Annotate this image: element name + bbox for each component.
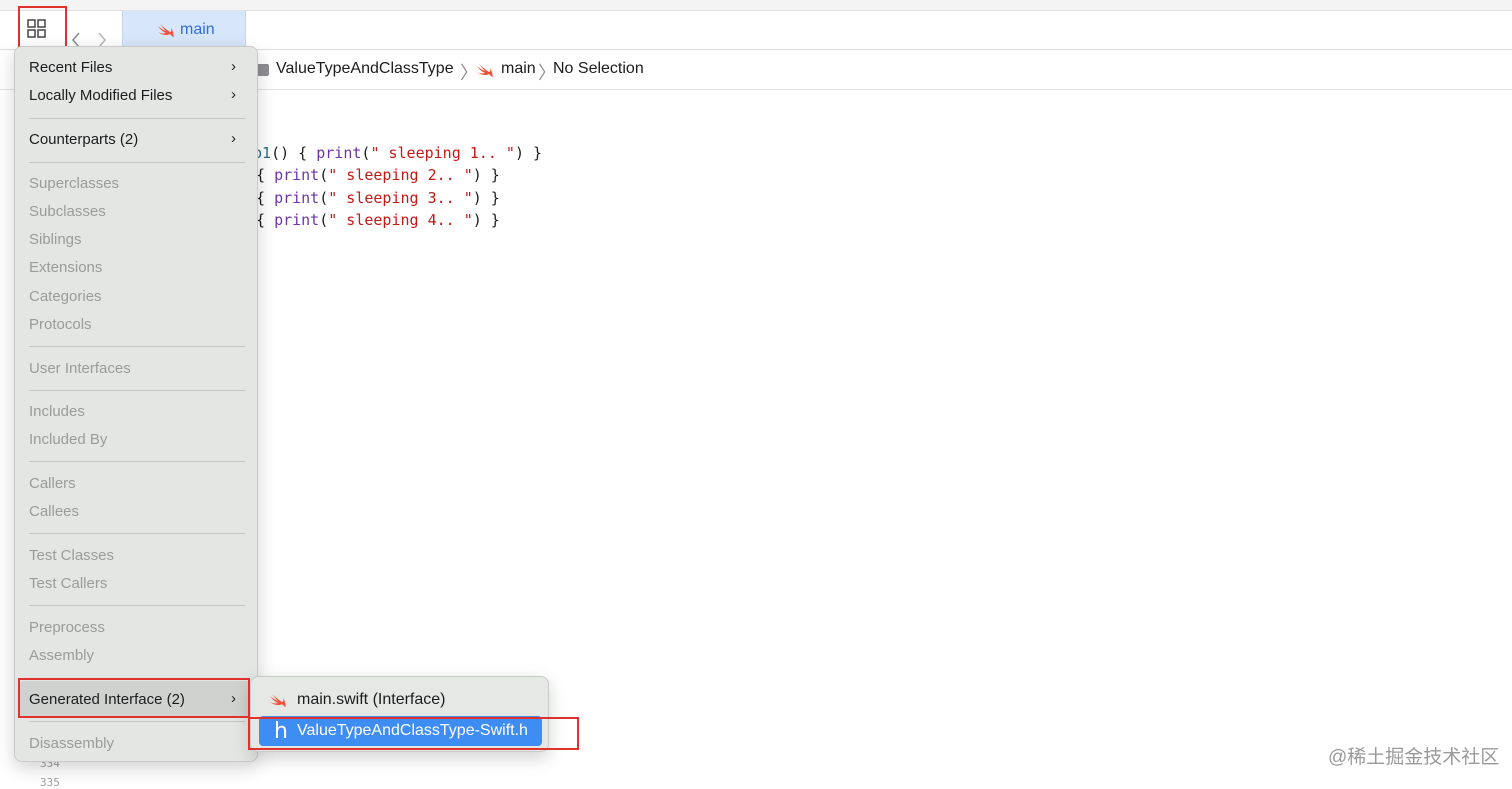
menu-item-test-classes: Test Classes bbox=[29, 547, 115, 564]
swift-icon bbox=[157, 23, 175, 44]
menu-item-superclasses: Superclasses bbox=[29, 175, 120, 192]
chevron-right-icon: › bbox=[231, 86, 236, 103]
menu-item-disassembly: Disassembly bbox=[29, 735, 115, 752]
menu-item-callers: Callers bbox=[29, 475, 76, 492]
swift-icon bbox=[476, 63, 494, 84]
menu-separator bbox=[29, 346, 245, 347]
menu-item-subclasses: Subclasses bbox=[29, 203, 106, 220]
window-top-strip bbox=[0, 0, 1512, 11]
annotation-box bbox=[18, 678, 250, 718]
menu-separator bbox=[29, 162, 245, 163]
swift-icon bbox=[269, 693, 287, 714]
code-line: { print(" sleeping 4.. ") } bbox=[256, 211, 500, 229]
breadcrumb-selection[interactable]: No Selection bbox=[553, 60, 644, 78]
tab-label: main bbox=[180, 21, 215, 38]
menu-separator bbox=[29, 118, 245, 119]
code-line: { print(" sleeping 3.. ") } bbox=[256, 189, 500, 207]
breadcrumb-project[interactable]: ValueTypeAndClassType bbox=[276, 60, 454, 78]
chevron-right-icon: › bbox=[231, 58, 236, 75]
menu-item-callees: Callees bbox=[29, 503, 80, 520]
menu-item-recent-files[interactable]: Recent Files bbox=[29, 59, 112, 76]
tab-main[interactable]: main bbox=[122, 11, 246, 49]
code-line: { print(" sleeping 2.. ") } bbox=[256, 166, 500, 184]
menu-item-counterparts[interactable]: Counterparts (2) bbox=[29, 131, 138, 148]
menu-item-siblings: Siblings bbox=[29, 231, 82, 248]
code-line: ep1() { print(" sleeping 1.. ") } bbox=[244, 144, 543, 162]
menu-item-assembly: Assembly bbox=[29, 647, 95, 664]
menu-item-protocols: Protocols bbox=[29, 316, 92, 333]
menu-separator bbox=[29, 605, 245, 606]
line-number: 335 bbox=[40, 776, 60, 789]
breadcrumb-file[interactable]: main bbox=[501, 60, 536, 78]
menu-item-test-callers: Test Callers bbox=[29, 575, 108, 592]
menu-item-included-by: Included By bbox=[29, 431, 108, 448]
menu-separator bbox=[29, 461, 245, 462]
menu-item-user-interfaces: User Interfaces bbox=[29, 360, 131, 377]
menu-separator bbox=[29, 533, 245, 534]
chevron-right-icon: › bbox=[231, 130, 236, 147]
menu-item-categories: Categories bbox=[29, 288, 102, 305]
menu-separator bbox=[29, 390, 245, 391]
menu-separator bbox=[29, 721, 245, 722]
menu-item-preprocess: Preprocess bbox=[29, 619, 105, 636]
annotation-box bbox=[248, 717, 579, 750]
menu-item-locally-modified-files[interactable]: Locally Modified Files bbox=[29, 87, 172, 104]
menu-item-includes: Includes bbox=[29, 403, 85, 420]
submenu-item-main-swift-interface[interactable]: main.swift (Interface) bbox=[297, 691, 445, 709]
grid-icon bbox=[27, 19, 46, 38]
watermark: @稀土掘金技术社区 bbox=[1328, 747, 1500, 768]
related-items-menu: Recent Files › Locally Modified Files › … bbox=[14, 46, 258, 762]
menu-item-extensions: Extensions bbox=[29, 259, 103, 276]
